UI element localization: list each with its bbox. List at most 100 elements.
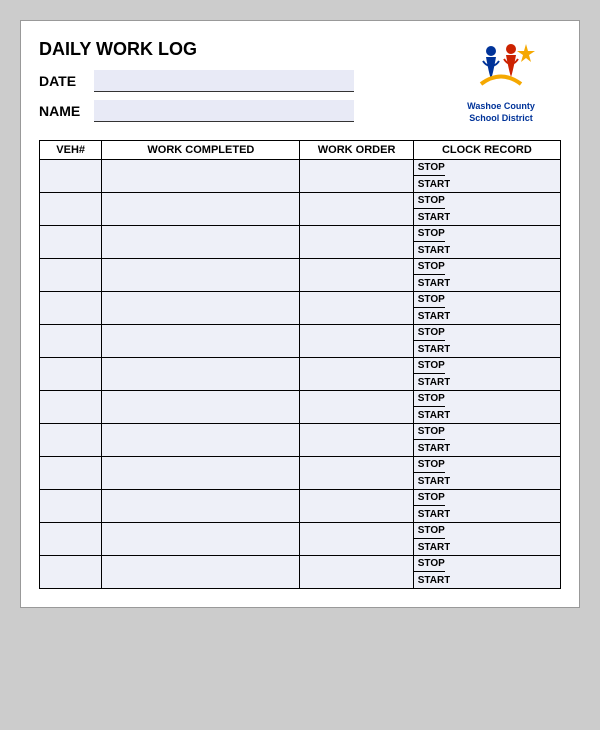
stop-row[interactable]: STOP	[414, 325, 560, 341]
start-row[interactable]: START	[414, 473, 560, 489]
start-row[interactable]: START	[414, 440, 560, 456]
order-cell[interactable]	[300, 424, 413, 457]
start-row[interactable]: START	[414, 275, 560, 291]
clock-cell: STOP START	[413, 490, 560, 523]
order-cell[interactable]	[300, 391, 413, 424]
table-row: STOP START	[40, 193, 561, 226]
table-row: STOP START	[40, 523, 561, 556]
stop-row[interactable]: STOP	[414, 193, 560, 209]
work-cell[interactable]	[102, 523, 300, 556]
col-header-work: WORK COMPLETED	[102, 141, 300, 160]
clock-cell: STOPSTART	[413, 259, 560, 292]
header-section: DAILY WORK LOG DATE NAME	[39, 39, 561, 130]
work-cell[interactable]	[102, 457, 300, 490]
stop-row[interactable]: STOP	[414, 358, 560, 374]
start-label: START	[418, 509, 451, 520]
work-cell[interactable]	[102, 325, 300, 358]
start-label: START	[418, 212, 451, 223]
table-row: STOPSTART	[40, 358, 561, 391]
start-row[interactable]: START	[414, 374, 560, 390]
stop-row[interactable]: STOP	[414, 391, 560, 407]
table-row: STOP START	[40, 325, 561, 358]
col-header-clock: CLOCK RECORD	[413, 141, 560, 160]
logo-text: Washoe County School District	[467, 101, 535, 124]
order-cell[interactable]	[300, 358, 413, 391]
order-cell[interactable]	[300, 259, 413, 292]
veh-cell[interactable]	[40, 457, 102, 490]
order-cell[interactable]	[300, 226, 413, 259]
school-district-logo	[461, 39, 541, 99]
work-cell[interactable]	[102, 226, 300, 259]
col-header-order: WORK ORDER	[300, 141, 413, 160]
work-cell[interactable]	[102, 160, 300, 193]
start-label: START	[418, 575, 451, 586]
table-row: STOPSTART	[40, 160, 561, 193]
stop-row[interactable]: STOP	[414, 523, 560, 539]
work-cell[interactable]	[102, 193, 300, 226]
stop-label: STOP	[418, 393, 445, 404]
stop-row[interactable]: STOP	[414, 424, 560, 440]
order-cell[interactable]	[300, 193, 413, 226]
work-cell[interactable]	[102, 292, 300, 325]
veh-cell[interactable]	[40, 556, 102, 589]
start-row[interactable]: START	[414, 209, 560, 225]
work-cell[interactable]	[102, 556, 300, 589]
start-row[interactable]: START	[414, 341, 560, 357]
date-field-row: DATE	[39, 70, 441, 92]
veh-cell[interactable]	[40, 358, 102, 391]
start-row[interactable]: START	[414, 308, 560, 324]
start-row[interactable]: START	[414, 407, 560, 423]
clock-cell: STOPSTART	[413, 358, 560, 391]
order-cell[interactable]	[300, 292, 413, 325]
veh-cell[interactable]	[40, 292, 102, 325]
start-row[interactable]: START	[414, 572, 560, 588]
start-label: START	[418, 443, 451, 454]
veh-cell[interactable]	[40, 490, 102, 523]
stop-row[interactable]: STOP	[414, 226, 560, 242]
stop-label: STOP	[418, 525, 445, 536]
start-row[interactable]: START	[414, 539, 560, 555]
stop-row[interactable]: STOP	[414, 292, 560, 308]
stop-row[interactable]: STOP	[414, 556, 560, 572]
order-cell[interactable]	[300, 457, 413, 490]
veh-cell[interactable]	[40, 391, 102, 424]
stop-label: STOP	[418, 426, 445, 437]
stop-row[interactable]: STOP	[414, 160, 560, 176]
clock-cell: STOP START	[413, 391, 560, 424]
start-row[interactable]: START	[414, 176, 560, 192]
start-row[interactable]: START	[414, 242, 560, 258]
order-cell[interactable]	[300, 325, 413, 358]
stop-row[interactable]: STOP	[414, 490, 560, 506]
stop-label: STOP	[418, 459, 445, 470]
stop-label: STOP	[418, 558, 445, 569]
work-cell[interactable]	[102, 259, 300, 292]
work-cell[interactable]	[102, 490, 300, 523]
stop-row[interactable]: STOP	[414, 259, 560, 275]
start-row[interactable]: START	[414, 506, 560, 522]
veh-cell[interactable]	[40, 424, 102, 457]
veh-cell[interactable]	[40, 259, 102, 292]
work-cell[interactable]	[102, 424, 300, 457]
work-table: VEH# WORK COMPLETED WORK ORDER CLOCK REC…	[39, 140, 561, 589]
veh-cell[interactable]	[40, 523, 102, 556]
order-cell[interactable]	[300, 490, 413, 523]
clock-cell: STOP START	[413, 424, 560, 457]
name-input[interactable]	[94, 100, 354, 122]
date-input[interactable]	[94, 70, 354, 92]
work-cell[interactable]	[102, 358, 300, 391]
clock-cell: STOP START	[413, 457, 560, 490]
start-label: START	[418, 344, 451, 355]
start-label: START	[418, 245, 451, 256]
stop-row[interactable]: STOP	[414, 457, 560, 473]
veh-cell[interactable]	[40, 226, 102, 259]
order-cell[interactable]	[300, 160, 413, 193]
veh-cell[interactable]	[40, 193, 102, 226]
veh-cell[interactable]	[40, 325, 102, 358]
clock-cell: STOPSTART	[413, 160, 560, 193]
veh-cell[interactable]	[40, 160, 102, 193]
table-row: STOP START	[40, 490, 561, 523]
work-cell[interactable]	[102, 391, 300, 424]
order-cell[interactable]	[300, 556, 413, 589]
clock-cell: STOP START	[413, 556, 560, 589]
order-cell[interactable]	[300, 523, 413, 556]
